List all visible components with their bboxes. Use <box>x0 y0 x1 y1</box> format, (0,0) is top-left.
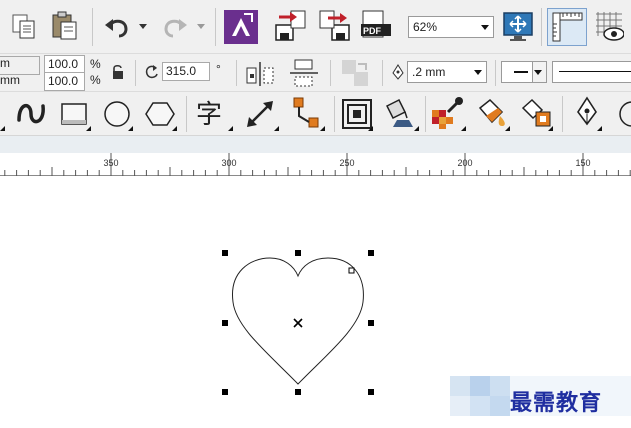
selected-heart-shape[interactable] <box>0 0 631 428</box>
selection-handle-bottom[interactable] <box>295 389 301 395</box>
center-marker-icon <box>293 318 303 328</box>
selection-handle-bottom-left[interactable] <box>222 389 228 395</box>
watermark-text: 最需教育 <box>510 390 603 416</box>
selection-handle-top[interactable] <box>295 250 301 256</box>
selection-handle-top-right[interactable] <box>368 250 374 256</box>
selection-handle-top-left[interactable] <box>222 250 228 256</box>
selection-handle-right[interactable] <box>368 320 374 326</box>
selection-handle-bottom-right[interactable] <box>368 389 374 395</box>
node-handle <box>348 267 355 274</box>
selection-handle-left[interactable] <box>222 320 228 326</box>
